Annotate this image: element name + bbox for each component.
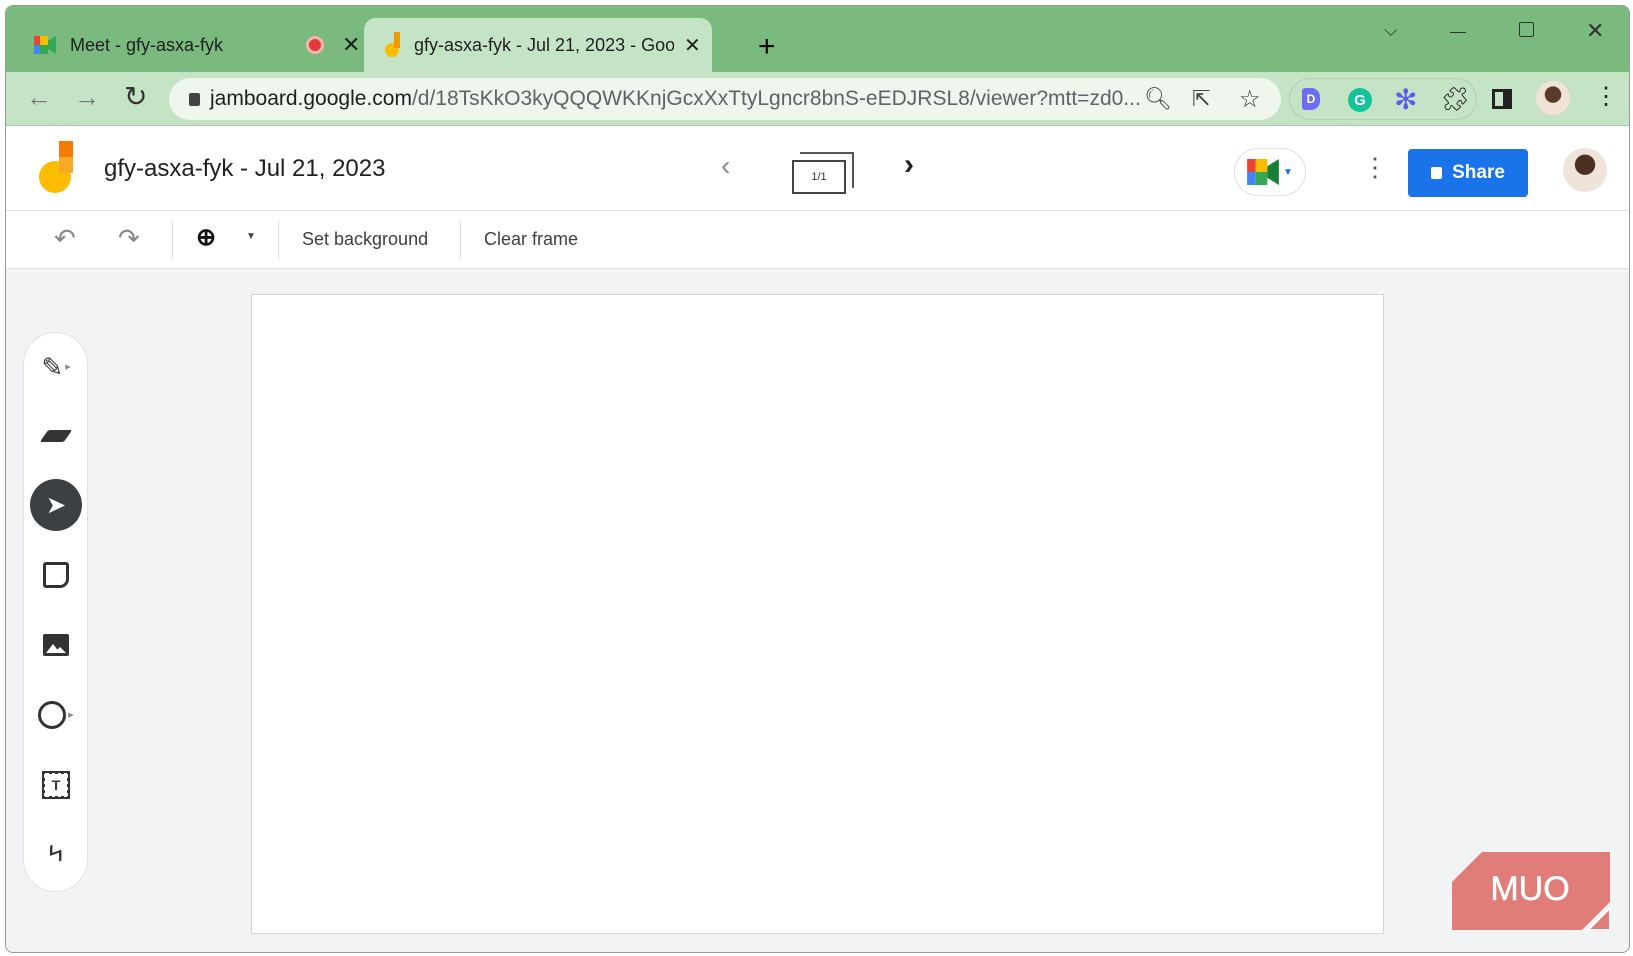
forward-icon[interactable]: → bbox=[74, 82, 100, 113]
sticky-note-tool[interactable] bbox=[30, 549, 82, 601]
previous-frame-icon[interactable]: ‹ bbox=[721, 150, 730, 182]
address-bar-row: ← → ↻ jamboard.google.com/d/18TsKkO3kyQQ… bbox=[6, 72, 1629, 126]
zoom-icon[interactable]: 🔍︎ bbox=[1144, 86, 1172, 112]
eraser-tool[interactable] bbox=[30, 410, 82, 462]
pen-tool[interactable]: ✎▶ bbox=[30, 341, 82, 393]
url-path: /d/18TsKkO3kyQQQWKKnjGcxXxTtyLgncr8bnS-e… bbox=[412, 87, 1141, 110]
jamboard-logo bbox=[38, 141, 78, 195]
laser-tool[interactable]: ϟ bbox=[30, 827, 82, 879]
pen-icon: ✎ bbox=[41, 352, 63, 383]
tab-bar: Meet - gfy-asxa-fyk ✕ gfy-asxa-fyk - Jul… bbox=[6, 6, 1629, 72]
laser-icon: ϟ bbox=[44, 836, 68, 870]
extensions-group: D G ✻ 🧩︎ bbox=[1289, 78, 1477, 120]
close-window-icon[interactable]: ✕ bbox=[1586, 18, 1604, 44]
tool-palette: ✎▶ ➤ ▶ T ϟ bbox=[23, 332, 88, 892]
frame-counter: 1/1 bbox=[792, 160, 846, 194]
close-tab-icon[interactable]: ✕ bbox=[342, 32, 360, 58]
set-background-button[interactable]: Set background bbox=[302, 229, 428, 250]
address-bar[interactable]: jamboard.google.com/d/18TsKkO3kyQQQWKKnj… bbox=[169, 78, 1281, 120]
image-icon bbox=[43, 634, 69, 656]
sticky-note-icon bbox=[43, 562, 69, 588]
side-panel-icon[interactable] bbox=[1492, 89, 1512, 109]
whiteboard-canvas[interactable] bbox=[251, 294, 1384, 934]
tab-meet[interactable]: Meet - gfy-asxa-fyk ✕ bbox=[24, 18, 374, 72]
jamboard-icon bbox=[384, 32, 402, 58]
divider bbox=[278, 221, 279, 259]
muo-watermark: MUO bbox=[1452, 852, 1610, 930]
recording-icon bbox=[306, 36, 324, 54]
tab-title: gfy-asxa-fyk - Jul 21, 2023 - Goo bbox=[414, 35, 674, 56]
share-label: Share bbox=[1452, 162, 1505, 184]
image-tool[interactable] bbox=[30, 619, 82, 671]
back-icon[interactable]: ← bbox=[26, 82, 52, 113]
maximize-icon[interactable] bbox=[1519, 22, 1534, 37]
profile-avatar[interactable] bbox=[1536, 81, 1570, 115]
more-options-icon[interactable]: ⋮ bbox=[1362, 152, 1388, 183]
undo-icon[interactable]: ↶ bbox=[54, 223, 76, 254]
svg-text:MUO: MUO bbox=[1490, 870, 1569, 908]
zoom-dropdown-icon[interactable]: ▼ bbox=[246, 231, 256, 242]
extension-asterisk-icon[interactable]: ✻ bbox=[1394, 83, 1417, 116]
tab-title: Meet - gfy-asxa-fyk bbox=[70, 35, 300, 56]
edit-toolbar: ↶ ↷ ⊕ ▼ Set background Clear frame bbox=[6, 211, 1629, 269]
divider bbox=[460, 221, 461, 259]
google-meet-icon bbox=[1247, 159, 1279, 185]
zoom-in-icon[interactable]: ⊕ bbox=[196, 223, 216, 252]
lock-icon bbox=[189, 93, 200, 106]
share-page-icon[interactable]: ⇱ bbox=[1192, 86, 1210, 112]
reload-icon[interactable]: ↻ bbox=[124, 80, 147, 113]
tab-jamboard[interactable]: gfy-asxa-fyk - Jul 21, 2023 - Goo ✕ bbox=[364, 18, 712, 72]
clear-frame-button[interactable]: Clear frame bbox=[484, 229, 578, 250]
grammarly-icon[interactable]: G bbox=[1348, 88, 1372, 112]
page-title[interactable]: gfy-asxa-fyk - Jul 21, 2023 bbox=[104, 155, 385, 183]
bookmark-star-icon[interactable]: ☆ bbox=[1239, 85, 1261, 114]
select-tool[interactable]: ➤ bbox=[30, 479, 82, 531]
browser-window: Meet - gfy-asxa-fyk ✕ gfy-asxa-fyk - Jul… bbox=[5, 5, 1630, 953]
lock-icon bbox=[1431, 167, 1442, 179]
redo-icon[interactable]: ↷ bbox=[118, 223, 140, 254]
shape-tool[interactable]: ▶ bbox=[30, 689, 82, 741]
share-button[interactable]: Share bbox=[1408, 149, 1528, 197]
minimize-icon[interactable] bbox=[1450, 32, 1466, 33]
frame-bar-button[interactable]: 1/1 bbox=[792, 152, 854, 196]
text-box-icon: T bbox=[42, 771, 70, 799]
divider bbox=[172, 221, 173, 259]
eraser-icon bbox=[40, 430, 72, 442]
meet-button[interactable]: ▼ bbox=[1234, 148, 1306, 196]
app-header: gfy-asxa-fyk - Jul 21, 2023 ‹ 1/1 › ▼ ⋮ … bbox=[6, 126, 1629, 211]
next-frame-icon[interactable]: › bbox=[904, 148, 914, 182]
browser-menu-icon[interactable]: ⋮ bbox=[1594, 82, 1618, 111]
circle-icon bbox=[38, 701, 66, 729]
close-tab-icon[interactable]: ✕ bbox=[684, 33, 701, 58]
dropdown-arrow-icon: ▼ bbox=[1283, 167, 1293, 178]
tab-search-icon[interactable]: ⌵ bbox=[1384, 20, 1398, 41]
google-meet-icon bbox=[34, 36, 56, 54]
new-tab-icon[interactable]: + bbox=[758, 30, 776, 64]
extension-d-icon[interactable]: D bbox=[1302, 88, 1320, 110]
url-host: jamboard.google.com bbox=[210, 87, 412, 110]
account-avatar[interactable] bbox=[1563, 148, 1607, 192]
extensions-puzzle-icon[interactable]: 🧩︎ bbox=[1440, 85, 1470, 114]
cursor-arrow-icon: ➤ bbox=[46, 491, 66, 520]
text-box-tool[interactable]: T bbox=[30, 759, 82, 811]
